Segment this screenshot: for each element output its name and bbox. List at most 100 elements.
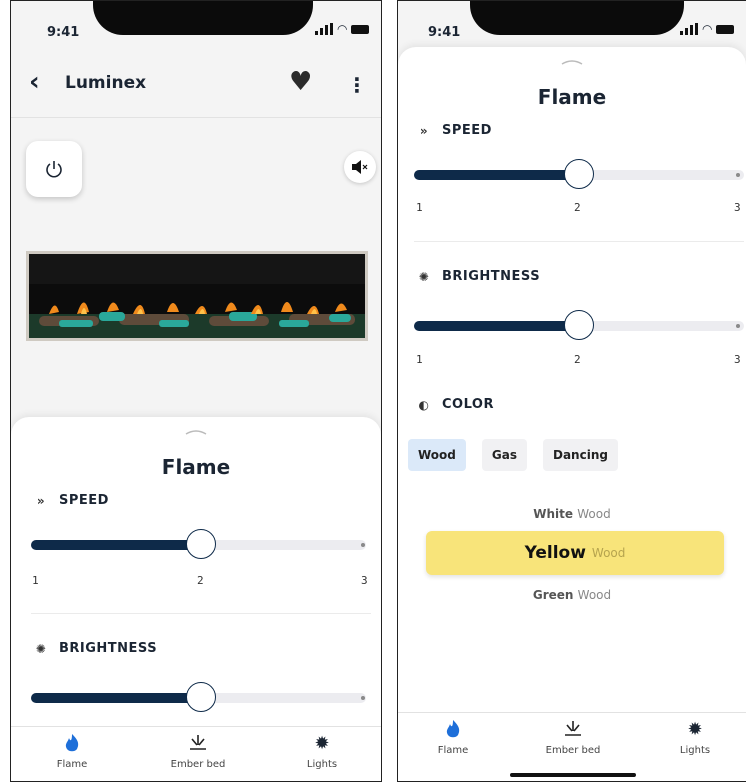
speed-slider[interactable] <box>414 159 744 189</box>
speed-tick-2: 2 <box>197 574 204 587</box>
speed-slider-thumb[interactable] <box>186 529 216 559</box>
tab-lights[interactable]: ✹ Lights <box>277 733 367 770</box>
speed-slider-fill <box>31 540 201 550</box>
status-time: 9:41 <box>428 25 461 40</box>
brightness-slider-end-dot <box>736 324 740 328</box>
option-sub: Wood <box>591 546 626 560</box>
brightness-slider-thumb[interactable] <box>186 682 216 712</box>
signal-icon <box>680 23 698 35</box>
color-section-label: ◐ COLOR <box>416 397 494 412</box>
status-icons: ◠ <box>315 22 370 36</box>
divider <box>31 613 371 614</box>
tab-ember-bed[interactable]: Ember bed <box>153 733 243 770</box>
brightness-tick-3: 3 <box>734 353 741 366</box>
option-main: Green <box>532 588 574 602</box>
more-icon[interactable]: ⋮ <box>347 73 367 97</box>
brightness-slider-thumb[interactable] <box>564 310 594 340</box>
signal-icon <box>315 23 333 35</box>
brightness-slider-fill <box>414 321 579 331</box>
favorite-add-icon[interactable]: ♥ <box>289 67 312 97</box>
ember-bed-icon <box>153 733 243 755</box>
phone-screen-expanded: 9:41 ◠ Flame » SPEED 1 2 3 ✺ BRIGHTNESS <box>397 0 746 782</box>
contrast-icon: ◐ <box>418 397 430 412</box>
back-icon[interactable]: ‹ <box>29 67 40 97</box>
speaker-muted-icon <box>352 160 368 174</box>
power-button[interactable] <box>26 141 82 197</box>
status-time: 9:41 <box>47 25 80 40</box>
brightness-tick-2: 2 <box>574 353 581 366</box>
brightness-label: BRIGHTNESS <box>59 641 158 656</box>
speed-slider-end-dot <box>361 543 365 547</box>
speed-slider-fill <box>414 170 579 180</box>
fireplace-preview-image <box>26 251 368 341</box>
lights-icon: ✹ <box>687 719 703 740</box>
app-header: ‹ Luminex ♥ ⋮ <box>11 57 381 118</box>
sheet-handle-icon[interactable] <box>561 59 583 65</box>
sheet-title: Flame <box>161 455 231 479</box>
bottom-tab-bar: Flame Ember bed ✹ Lights <box>398 712 746 781</box>
brightness-slider-end-dot <box>361 696 365 700</box>
speed-slider-thumb[interactable] <box>564 159 594 189</box>
tab-lights[interactable]: ✹ Lights <box>650 719 740 756</box>
page-title: Luminex <box>65 73 147 93</box>
divider <box>414 241 744 242</box>
speed-label: SPEED <box>59 493 109 508</box>
speed-tick-1: 1 <box>416 201 423 214</box>
color-label: COLOR <box>442 397 494 412</box>
tab-ember-bed-label: Ember bed <box>545 745 601 756</box>
chip-dancing[interactable]: Dancing <box>542 439 618 471</box>
power-icon <box>46 161 62 178</box>
tab-flame-label: Flame <box>56 759 88 770</box>
tab-ember-bed-label: Ember bed <box>170 759 226 770</box>
chip-gas[interactable]: Gas <box>481 439 527 471</box>
speed-tick-3: 3 <box>361 574 368 587</box>
mute-button[interactable] <box>344 151 376 183</box>
tab-lights-label: Lights <box>306 759 338 770</box>
color-option-white[interactable]: White Wood <box>398 507 746 521</box>
brightness-slider[interactable] <box>31 682 366 712</box>
ember-bed-icon <box>528 719 618 741</box>
speed-slider[interactable] <box>31 529 366 559</box>
brightness-label: BRIGHTNESS <box>442 269 541 284</box>
tab-flame-label: Flame <box>437 745 469 756</box>
phone-screen-device: 9:41 ◠ ‹ Luminex ♥ ⋮ Flame » SPEED 1 2 3… <box>10 0 382 782</box>
brightness-section-label: ✺ BRIGHTNESS <box>33 641 157 656</box>
wifi-icon: ◠ <box>702 22 713 36</box>
sheet-title: Flame <box>537 85 607 109</box>
speed-tick-3: 3 <box>734 201 741 214</box>
color-mode-chips: Wood Gas Dancing <box>408 439 618 471</box>
speed-tick-2: 2 <box>574 201 581 214</box>
speed-label: SPEED <box>442 123 492 138</box>
color-option-green[interactable]: Green Wood <box>398 588 746 602</box>
sheet-handle-icon[interactable] <box>185 429 207 435</box>
wifi-icon: ◠ <box>337 22 348 36</box>
flame-icon <box>408 719 498 741</box>
option-main: Yellow <box>524 543 586 563</box>
notch <box>93 1 313 35</box>
speed-icon: » <box>36 493 46 508</box>
tab-lights-label: Lights <box>679 745 711 756</box>
color-option-yellow-selected[interactable]: Yellow Wood <box>426 531 724 575</box>
brightness-tick-1: 1 <box>416 353 423 366</box>
speed-icon: » <box>419 123 429 138</box>
chip-wood[interactable]: Wood <box>408 439 466 471</box>
lights-icon: ✹ <box>314 733 330 754</box>
flame-bottom-sheet: Flame » SPEED 1 2 3 ✺ BRIGHTNESS 1 2 3 ◐… <box>398 47 746 781</box>
brightness-slider-fill <box>31 693 201 703</box>
status-icons: ◠ <box>680 22 735 36</box>
brightness-icon: ✺ <box>35 641 47 656</box>
speed-tick-1: 1 <box>32 574 39 587</box>
option-sub: Wood <box>577 507 611 521</box>
option-main: White <box>533 507 574 521</box>
brightness-slider[interactable] <box>414 310 744 340</box>
home-indicator <box>510 773 636 777</box>
tab-flame[interactable]: Flame <box>27 733 117 770</box>
battery-icon <box>351 24 370 34</box>
option-sub: Wood <box>577 588 612 602</box>
tab-ember-bed[interactable]: Ember bed <box>528 719 618 756</box>
speed-slider-end-dot <box>736 173 740 177</box>
brightness-section-label: ✺ BRIGHTNESS <box>416 269 540 284</box>
tab-flame[interactable]: Flame <box>408 719 498 756</box>
battery-icon <box>716 24 735 34</box>
notch <box>470 1 684 35</box>
